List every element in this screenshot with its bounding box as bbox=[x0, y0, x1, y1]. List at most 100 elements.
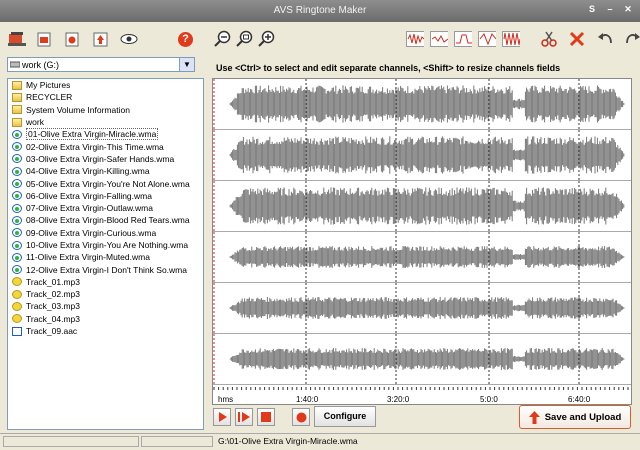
audio-channel[interactable] bbox=[213, 283, 631, 334]
timeline-tick: 1:40:0 bbox=[296, 395, 319, 404]
file-name: 05-Olive Extra Virgin-You're Not Alone.w… bbox=[26, 178, 190, 189]
mp3-file-icon bbox=[12, 301, 22, 311]
effect-3-icon bbox=[454, 31, 472, 47]
file-list-item[interactable]: 08-Olive Extra Virgin-Blood Red Tears.wm… bbox=[8, 214, 203, 226]
audio-channel[interactable] bbox=[213, 79, 631, 130]
undo-button[interactable] bbox=[596, 30, 614, 48]
file-name: 12-Olive Extra Virgin-I Don't Think So.w… bbox=[26, 264, 187, 275]
effect-button-3[interactable] bbox=[454, 30, 472, 48]
file-list-item[interactable]: Track_03.mp3 bbox=[8, 300, 203, 312]
zoom-fit-icon bbox=[236, 30, 253, 47]
timeline-tick: 5:0:0 bbox=[480, 395, 498, 404]
audio-channel[interactable] bbox=[213, 181, 631, 232]
mp3-file-icon bbox=[12, 314, 22, 324]
audio-channel[interactable] bbox=[213, 232, 631, 283]
zoom-out-icon bbox=[214, 30, 231, 47]
wma-file-icon bbox=[12, 166, 22, 176]
redo-button[interactable] bbox=[624, 30, 640, 48]
file-list-item[interactable]: 05-Olive Extra Virgin-You're Not Alone.w… bbox=[8, 177, 203, 189]
file-name: 02-Olive Extra Virgin-This Time.wma bbox=[26, 141, 164, 152]
cut-button[interactable] bbox=[540, 30, 558, 48]
file-list-item[interactable]: 06-Olive Extra Virgin-Falling.wma bbox=[8, 190, 203, 202]
file-name: Track_03.mp3 bbox=[26, 301, 81, 312]
file-list-item[interactable]: Track_02.mp3 bbox=[8, 288, 203, 300]
file-list-item[interactable]: 03-Olive Extra Virgin-Safer Hands.wma bbox=[8, 153, 203, 165]
configure-button[interactable]: Configure bbox=[314, 406, 376, 427]
waveform-graphic bbox=[213, 181, 625, 231]
redo-icon bbox=[626, 33, 640, 44]
upload-button[interactable] bbox=[92, 30, 110, 48]
waveform-graphic bbox=[213, 334, 625, 384]
waveform-graphic bbox=[213, 130, 625, 180]
chevron-down-icon[interactable]: ▼ bbox=[179, 58, 194, 71]
file-list-item[interactable]: Track_09.aac bbox=[8, 325, 203, 337]
play-selection-icon bbox=[238, 412, 250, 422]
scissors-icon bbox=[541, 31, 557, 47]
file-name: System Volume Information bbox=[26, 104, 130, 115]
wma-file-icon bbox=[12, 154, 22, 164]
effect-button-4[interactable] bbox=[478, 30, 496, 48]
zoom-fit-button[interactable] bbox=[236, 30, 254, 48]
timeline-tick: 6:40:0 bbox=[568, 395, 591, 404]
favorites-button[interactable] bbox=[64, 30, 82, 48]
file-list-item[interactable]: 11-Olive Extra Virgin-Muted.wma bbox=[8, 251, 203, 263]
effect-5-icon bbox=[502, 31, 520, 47]
effect-button-1[interactable] bbox=[406, 30, 424, 48]
hint-text: Use <Ctrl> to select and edit separate c… bbox=[216, 63, 561, 73]
status-file-path: G:\01-Olive Extra Virgin-Miracle.wma bbox=[218, 436, 358, 446]
file-list-item[interactable]: 10-Olive Extra Virgin-You Are Nothing.wm… bbox=[8, 239, 203, 251]
file-list-item[interactable]: Track_04.mp3 bbox=[8, 313, 203, 325]
file-list-item[interactable]: 09-Olive Extra Virgin-Curious.wma bbox=[8, 227, 203, 239]
save-and-upload-button[interactable]: Save and Upload bbox=[519, 405, 631, 429]
record-button[interactable] bbox=[292, 408, 310, 426]
file-name: 03-Olive Extra Virgin-Safer Hands.wma bbox=[26, 153, 175, 164]
stop-button[interactable] bbox=[257, 408, 275, 426]
skin-button[interactable]: S bbox=[586, 4, 598, 15]
file-list-item[interactable]: 12-Olive Extra Virgin-I Don't Think So.w… bbox=[8, 263, 203, 275]
file-name: Track_02.mp3 bbox=[26, 289, 81, 300]
file-list-item[interactable]: My Pictures bbox=[8, 79, 203, 91]
timeline-tick: 3:20:0 bbox=[387, 395, 410, 404]
zoom-in-button[interactable] bbox=[258, 30, 276, 48]
audio-channel[interactable] bbox=[213, 334, 631, 385]
file-list-item[interactable]: 01-Olive Extra Virgin-Miracle.wma bbox=[8, 128, 203, 141]
file-list-item[interactable]: 02-Olive Extra Virgin-This Time.wma bbox=[8, 140, 203, 152]
open-folder-button[interactable] bbox=[8, 30, 26, 48]
help-button[interactable]: ? bbox=[178, 32, 193, 47]
file-list-item[interactable]: Track_01.mp3 bbox=[8, 276, 203, 288]
play-button[interactable] bbox=[213, 408, 231, 426]
folder-icon bbox=[12, 105, 22, 115]
folder-icon bbox=[12, 92, 22, 102]
file-list[interactable]: My Pictures RECYCLER System Volume Informa… bbox=[7, 78, 204, 430]
wma-file-icon bbox=[12, 240, 22, 250]
preview-button[interactable] bbox=[120, 30, 138, 48]
minimize-button[interactable]: – bbox=[604, 4, 616, 15]
delete-button[interactable] bbox=[568, 30, 586, 48]
file-name: My Pictures bbox=[26, 80, 71, 91]
file-name: 01-Olive Extra Virgin-Miracle.wma bbox=[26, 128, 159, 141]
file-name: work bbox=[26, 117, 44, 128]
zoom-out-button[interactable] bbox=[214, 30, 232, 48]
aac-file-icon bbox=[12, 326, 22, 336]
effect-button-2[interactable] bbox=[430, 30, 448, 48]
file-name: 07-Olive Extra Virgin-Outlaw.wma bbox=[26, 203, 153, 214]
file-name: 09-Olive Extra Virgin-Curious.wma bbox=[26, 227, 157, 238]
effect-button-5[interactable] bbox=[502, 30, 520, 48]
mp3-file-icon bbox=[12, 277, 22, 287]
file-list-item[interactable]: work bbox=[8, 116, 203, 128]
audio-channel[interactable] bbox=[213, 130, 631, 181]
file-list-item[interactable]: 04-Olive Extra Virgin-Killing.wma bbox=[8, 165, 203, 177]
drive-selector[interactable]: work (G:) ▼ bbox=[7, 57, 195, 72]
play-icon bbox=[219, 412, 227, 422]
play-selection-button[interactable] bbox=[235, 408, 253, 426]
close-button[interactable]: ✕ bbox=[622, 4, 634, 15]
file-list-item[interactable]: 07-Olive Extra Virgin-Outlaw.wma bbox=[8, 202, 203, 214]
effect-1-icon bbox=[406, 31, 424, 47]
file-list-item[interactable]: System Volume Information bbox=[8, 104, 203, 116]
zoom-in-icon bbox=[258, 30, 275, 47]
timeline-unit: hms bbox=[218, 395, 234, 404]
new-file-button[interactable] bbox=[36, 30, 54, 48]
waveform-panel[interactable] bbox=[212, 78, 632, 405]
folder-icon bbox=[12, 80, 22, 90]
file-list-item[interactable]: RECYCLER bbox=[8, 91, 203, 103]
